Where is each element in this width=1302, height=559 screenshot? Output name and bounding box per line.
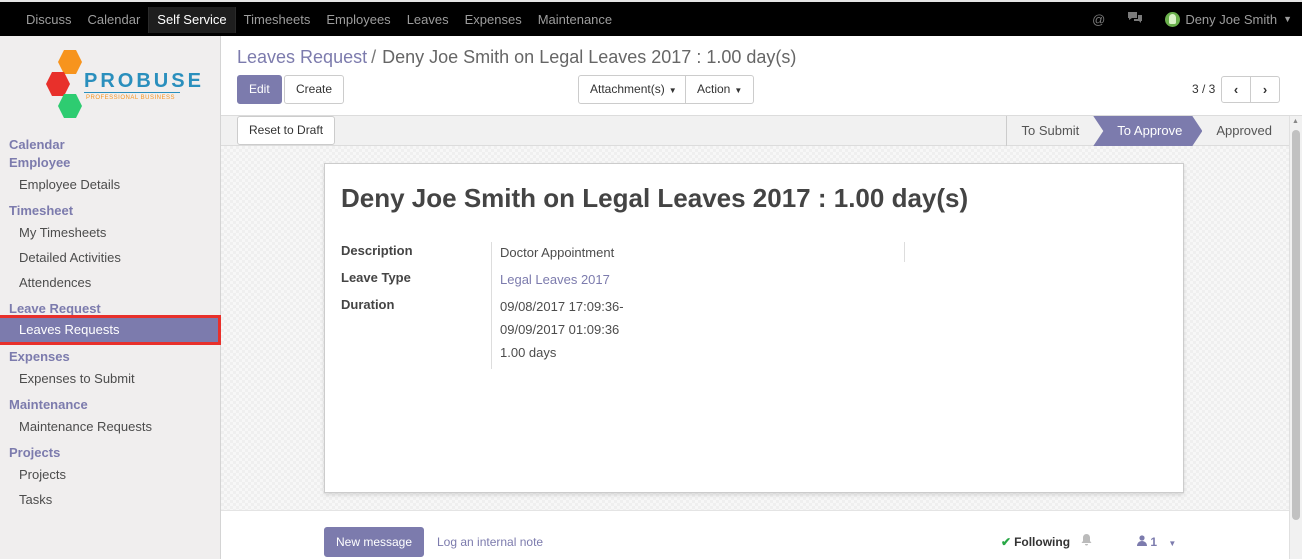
form-statusbar: Reset to Draft To Submit To Approve Appr… xyxy=(221,116,1289,146)
sidebar-section-maintenance[interactable]: Maintenance xyxy=(0,396,220,414)
menu-leaves[interactable]: Leaves xyxy=(399,7,457,33)
duration-to: 09/09/2017 01:09:36 xyxy=(500,322,620,337)
stage-to-submit[interactable]: To Submit xyxy=(1006,116,1093,146)
action-dropdown[interactable]: Action ▼ xyxy=(685,75,755,104)
sidebar-item-detailed-activities[interactable]: Detailed Activities xyxy=(0,245,220,270)
breadcrumb-parent[interactable]: Leaves Request xyxy=(237,47,367,67)
user-icon xyxy=(1137,535,1150,549)
logo-name: PROBUSE xyxy=(84,70,204,92)
description-label: Description xyxy=(341,243,413,258)
app-menu: Discuss Calendar Self Service Timesheets… xyxy=(18,7,620,33)
attachments-label: Attachment(s) xyxy=(590,82,665,96)
control-panel: Leaves Request / Deny Joe Smith on Legal L… xyxy=(221,36,1302,116)
chevron-down-icon: ▼ xyxy=(734,86,743,95)
sidebar-item-attendences[interactable]: Attendences xyxy=(0,270,220,295)
reset-to-draft-button[interactable]: Reset to Draft xyxy=(237,116,336,145)
user-menu[interactable]: Deny Joe Smith ▼ xyxy=(1165,11,1292,27)
menu-timesheets[interactable]: Timesheets xyxy=(236,7,319,33)
form-sheet: Deny Joe Smith on Legal Leaves 2017 : 1.… xyxy=(324,163,1184,493)
sidebar-item-expenses-to-submit[interactable]: Expenses to Submit xyxy=(0,366,220,391)
duration-from: 09/08/2017 17:09:36- xyxy=(500,299,624,314)
logo-tagline: PROFESSIONAL BUSINESS xyxy=(86,95,175,101)
sidebar-item-projects[interactable]: Projects xyxy=(0,462,220,487)
bell-icon[interactable] xyxy=(1081,534,1092,549)
stage-approved[interactable]: Approved xyxy=(1202,116,1289,146)
breadcrumb-current: Deny Joe Smith on Legal Leaves 2017 : 1.… xyxy=(382,47,797,67)
menu-discuss[interactable]: Discuss xyxy=(18,7,80,33)
pager-value[interactable]: 3 / 3 xyxy=(1192,82,1215,96)
pager-previous-button[interactable]: ‹ xyxy=(1221,76,1251,103)
sidebar-section-timesheet[interactable]: Timesheet xyxy=(0,202,220,220)
hex-red-icon xyxy=(46,72,70,96)
sidebar-item-tasks[interactable]: Tasks xyxy=(0,487,220,512)
logo-divider xyxy=(84,92,180,93)
chevron-down-icon: ▼ xyxy=(1168,539,1177,548)
followers-count: 1 xyxy=(1150,535,1158,549)
sidebar-section-expenses[interactable]: Expenses xyxy=(0,348,220,366)
menu-self-service[interactable]: Self Service xyxy=(148,7,236,33)
scrollbar-thumb[interactable] xyxy=(1292,130,1300,520)
check-icon: ✔ xyxy=(1001,535,1012,549)
sidebar-nav: Calendar Employee Employee Details Times… xyxy=(0,136,221,512)
form-scrollbar[interactable]: ▲ xyxy=(1289,116,1302,559)
duration-days: 1.00 days xyxy=(500,345,557,360)
chevron-right-icon: › xyxy=(1262,82,1268,97)
attachments-dropdown[interactable]: Attachment(s) ▼ xyxy=(578,75,689,104)
stage-to-approve[interactable]: To Approve xyxy=(1093,116,1202,146)
chevron-down-icon: ▼ xyxy=(1283,14,1292,24)
sidebar-section-leave-request[interactable]: Leave Request xyxy=(0,300,220,318)
menu-maintenance[interactable]: Maintenance xyxy=(530,7,620,33)
breadcrumb: Leaves Request / Deny Joe Smith on Legal L… xyxy=(237,47,796,68)
sidebar: PROBUSE PROFESSIONAL BUSINESS Calendar E… xyxy=(0,36,221,559)
field-divider xyxy=(491,242,492,369)
duration-label: Duration xyxy=(341,297,395,312)
chevron-down-icon: ▼ xyxy=(668,86,677,95)
systray: @ Deny Joe Smith ▼ xyxy=(1092,2,1292,36)
chat-icon[interactable] xyxy=(1127,11,1143,27)
menu-calendar[interactable]: Calendar xyxy=(80,7,149,33)
top-navbar: Discuss Calendar Self Service Timesheets… xyxy=(0,0,1302,36)
user-name: Deny Joe Smith xyxy=(1185,11,1278,27)
edit-button[interactable]: Edit xyxy=(237,75,282,104)
record-title: Deny Joe Smith on Legal Leaves 2017 : 1.… xyxy=(341,183,969,213)
mention-icon[interactable]: @ xyxy=(1092,12,1105,27)
new-message-button[interactable]: New message xyxy=(324,527,425,557)
sidebar-item-leaves-requests[interactable]: Leaves Requests xyxy=(0,315,221,345)
menu-employees[interactable]: Employees xyxy=(318,7,398,33)
following-label: Following xyxy=(1014,535,1071,549)
scroll-up-icon[interactable]: ▲ xyxy=(1292,118,1299,125)
followers-dropdown[interactable]: 1 ▼ xyxy=(1137,535,1176,549)
chevron-left-icon: ‹ xyxy=(1233,82,1239,97)
field-divider-right xyxy=(904,242,905,262)
pager-next-button[interactable]: › xyxy=(1250,76,1280,103)
sidebar-section-employee[interactable]: Employee xyxy=(0,154,220,172)
sidebar-item-my-timesheets[interactable]: My Timesheets xyxy=(0,220,220,245)
hex-green-icon xyxy=(58,94,82,118)
action-label: Action xyxy=(697,82,731,96)
sidebar-section-projects[interactable]: Projects xyxy=(0,444,220,462)
company-logo: PROBUSE PROFESSIONAL BUSINESS xyxy=(44,48,201,120)
status-stages: To Submit To Approve Approved xyxy=(1006,116,1289,146)
breadcrumb-separator: / xyxy=(371,47,377,67)
description-value: Doctor Appointment xyxy=(500,245,615,260)
following-toggle[interactable]: ✔ Following xyxy=(1001,535,1070,549)
chatter: New message Log an internal note ✔ Follow… xyxy=(221,510,1289,559)
log-note-link[interactable]: Log an internal note xyxy=(437,535,543,549)
avatar xyxy=(1165,11,1181,27)
menu-expenses[interactable]: Expenses xyxy=(457,7,530,33)
sidebar-section-calendar[interactable]: Calendar xyxy=(0,136,220,154)
form-background: Deny Joe Smith on Legal Leaves 2017 : 1.… xyxy=(221,146,1289,510)
leave-type-link[interactable]: Legal Leaves 2017 xyxy=(500,272,610,287)
create-button[interactable]: Create xyxy=(284,75,345,104)
sidebar-item-employee-details[interactable]: Employee Details xyxy=(0,172,220,197)
leave-type-label: Leave Type xyxy=(341,270,411,285)
sidebar-item-maintenance-requests[interactable]: Maintenance Requests xyxy=(0,414,220,439)
hex-orange-icon xyxy=(58,50,82,74)
